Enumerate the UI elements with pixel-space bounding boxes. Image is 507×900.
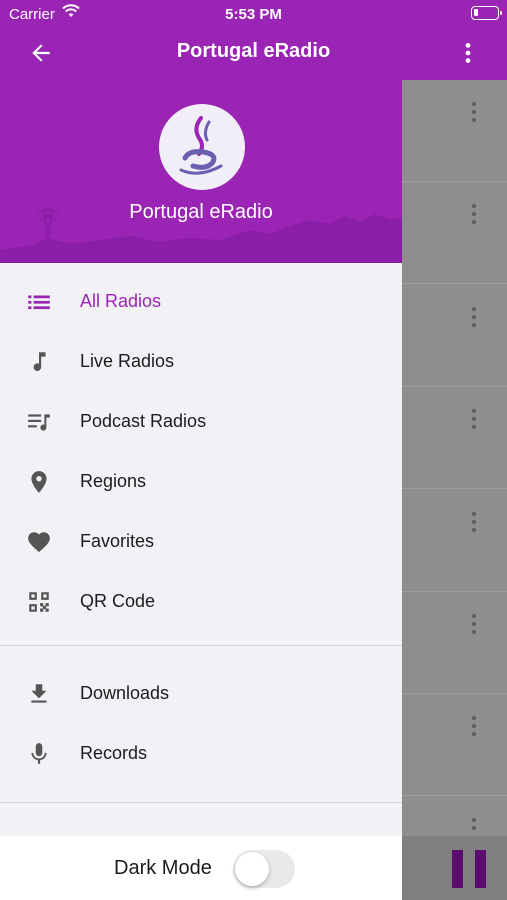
- mini-player: [402, 836, 507, 900]
- menu-item-downloads[interactable]: Downloads: [0, 663, 402, 723]
- menu-item-all-radios[interactable]: All Radios: [0, 271, 402, 331]
- more-vertical-icon[interactable]: [468, 714, 480, 738]
- more-vertical-icon[interactable]: [468, 612, 480, 636]
- music-note-icon: [33, 352, 46, 371]
- more-vertical-icon[interactable]: [468, 305, 480, 329]
- menu-item-regions[interactable]: Regions: [0, 451, 402, 511]
- menu-item-favorites[interactable]: Favorites: [0, 511, 402, 571]
- navigation-drawer: Portugal eRadio All Radios Live Radios P…: [0, 80, 402, 836]
- menu-label: Regions: [80, 471, 147, 491]
- menu-label: All Radios: [80, 291, 162, 311]
- dark-mode-label: Dark Mode: [114, 857, 212, 879]
- qr-code-icon: [29, 592, 49, 612]
- list-item[interactable]: [402, 182, 507, 284]
- list-item[interactable]: [402, 387, 507, 489]
- more-vertical-icon[interactable]: [468, 100, 480, 124]
- pause-icon[interactable]: [452, 850, 486, 888]
- menu-divider: [0, 645, 402, 646]
- list-icon: [28, 295, 50, 310]
- download-icon: [31, 684, 47, 703]
- more-vertical-icon[interactable]: [468, 510, 480, 534]
- battery-icon: [471, 6, 502, 20]
- list-item[interactable]: [402, 694, 507, 796]
- app-title: Portugal eRadio: [176, 40, 331, 62]
- list-item[interactable]: [402, 80, 507, 182]
- more-vertical-icon[interactable]: [468, 407, 480, 431]
- dark-mode-toggle[interactable]: [233, 850, 295, 888]
- background-radio-list: [402, 80, 507, 836]
- menu-label: Podcast Radios: [80, 411, 207, 431]
- menu-label: QR Code: [80, 591, 156, 611]
- playlist-icon: [28, 414, 50, 431]
- menu-label: Favorites: [80, 531, 155, 551]
- menu-item-qr-code[interactable]: QR Code: [0, 571, 402, 631]
- menu-item-podcast-radios[interactable]: Podcast Radios: [0, 391, 402, 451]
- menu-label: Live Radios: [80, 351, 175, 371]
- app-bar: Carrier 5:53 PM Portugal eRadio: [0, 0, 507, 80]
- more-vertical-icon[interactable]: [468, 202, 480, 226]
- more-vertical-icon[interactable]: [455, 40, 481, 66]
- status-bar: Carrier 5:53 PM: [0, 0, 507, 28]
- dark-mode-row: Dark Mode: [0, 836, 402, 900]
- heart-icon: [28, 532, 50, 553]
- drawer-header: Portugal eRadio: [0, 80, 402, 263]
- menu-label: Records: [80, 743, 148, 763]
- list-item[interactable]: [402, 592, 507, 694]
- drawer-title: Portugal eRadio: [129, 201, 273, 223]
- clock: 5:53 PM: [225, 6, 282, 23]
- menu-divider: [0, 802, 402, 803]
- menu-item-live-radios[interactable]: Live Radios: [0, 331, 402, 391]
- list-item[interactable]: [402, 490, 507, 592]
- menu-item-records[interactable]: Records: [0, 723, 402, 783]
- menu-label: Downloads: [80, 683, 170, 703]
- app-logo: [159, 104, 245, 190]
- list-item[interactable]: [402, 285, 507, 387]
- location-pin-icon: [31, 471, 47, 493]
- microphone-icon: [31, 743, 47, 764]
- toggle-knob: [235, 852, 269, 886]
